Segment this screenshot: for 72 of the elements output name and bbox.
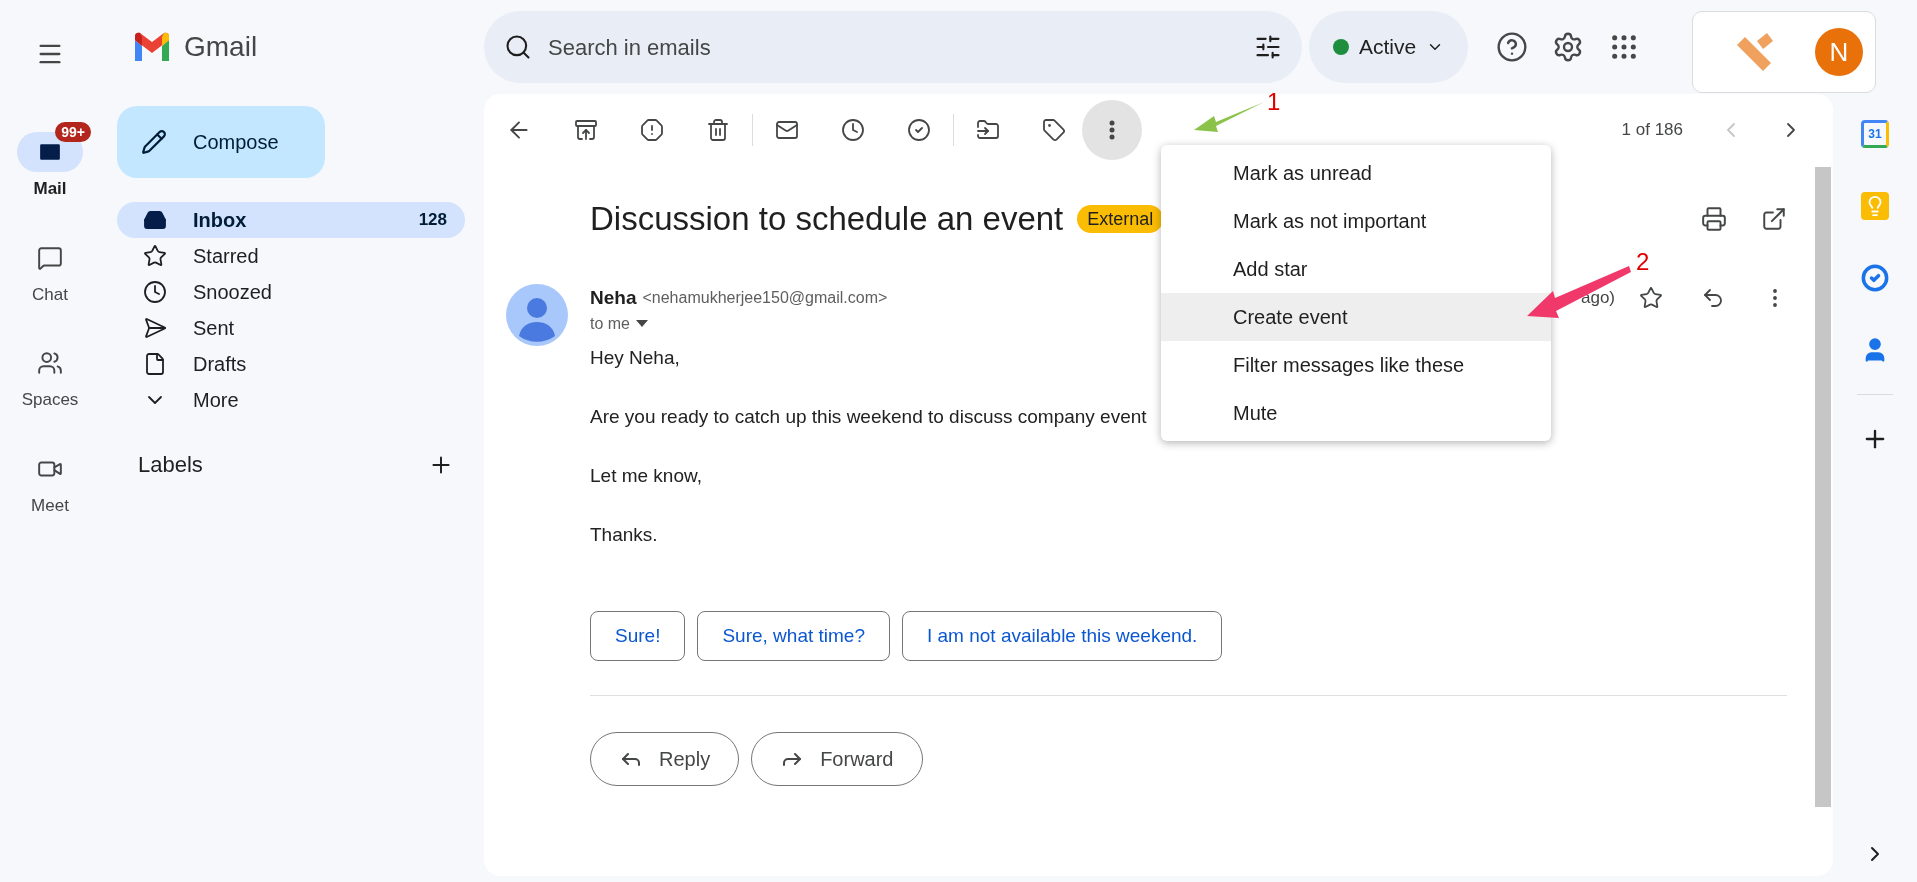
people-icon — [37, 350, 63, 376]
folder-item[interactable]: Inbox 128 — [117, 202, 465, 238]
clock-icon[interactable] — [841, 118, 865, 142]
file-icon — [143, 352, 167, 376]
gmail-logo-icon — [132, 31, 172, 63]
star-icon[interactable] — [1639, 285, 1663, 310]
trash-icon[interactable] — [706, 118, 730, 142]
status-button[interactable]: Active — [1309, 11, 1468, 83]
menu-item[interactable]: Mark as unread — [1161, 149, 1551, 197]
tasks-icon[interactable] — [1861, 264, 1889, 292]
rail-label: Mail — [33, 178, 67, 200]
calendar-icon[interactable]: 31 — [1861, 120, 1889, 148]
unread-badge: 99+ — [55, 122, 91, 142]
rail-item[interactable]: Meet — [2, 438, 98, 518]
rail-label: Spaces — [21, 389, 79, 411]
search-field[interactable]: Search in emails — [484, 11, 1302, 83]
smart-reply-chip[interactable]: Sure! — [590, 611, 686, 661]
clock-icon — [143, 280, 167, 304]
pencil-icon — [141, 129, 167, 155]
rail-label: Chat — [32, 283, 68, 306]
folder-item[interactable]: Sent — [117, 310, 465, 346]
settings-icon[interactable] — [1552, 31, 1584, 63]
add-task-icon[interactable] — [907, 118, 931, 142]
search-input[interactable]: Search in emails — [548, 30, 1238, 64]
annotation-number: 2 — [1636, 247, 1650, 277]
sender-email: <nehamukherjee150@gmail.com> — [642, 287, 888, 308]
envelope-icon[interactable] — [775, 118, 799, 142]
app-name: Gmail — [184, 30, 258, 64]
annotation-number: 1 — [1267, 87, 1281, 117]
rail-item[interactable]: 99+ Mail — [2, 122, 98, 202]
menu-item[interactable]: Mark as not important — [1161, 197, 1551, 245]
filter-icon[interactable] — [1254, 33, 1282, 61]
body-text: Are you ready to catch up this weekend to discuss company event — [590, 405, 1147, 429]
folder-item[interactable]: Drafts — [117, 346, 465, 382]
spam-icon[interactable] — [640, 118, 664, 142]
compose-button[interactable]: Compose — [117, 106, 325, 178]
smart-reply-chip[interactable]: I am not available this weekend. — [902, 611, 1223, 661]
pagination-text: 1 of 186 — [1621, 119, 1683, 142]
move-folder-icon[interactable] — [976, 118, 1000, 142]
more-vertical-icon — [1109, 120, 1115, 140]
archive-icon[interactable] — [574, 118, 598, 142]
sender-name: Neha — [590, 285, 637, 310]
send-icon — [143, 316, 167, 340]
time-text: ago) — [1580, 287, 1615, 309]
label-icon[interactable] — [1042, 118, 1066, 142]
smart-reply-chip[interactable]: Sure, what time? — [697, 611, 890, 661]
rail-label: Meet — [31, 494, 69, 517]
folder-item[interactable]: Starred — [117, 238, 465, 274]
avatar — [506, 283, 568, 346]
menu-item[interactable]: Filter messages like these — [1161, 341, 1551, 389]
search-icon — [504, 33, 532, 61]
folder-item[interactable]: More — [117, 382, 465, 418]
menu-item[interactable]: Add star — [1161, 245, 1551, 293]
menu-item[interactable]: Mute — [1161, 389, 1551, 437]
print-icon[interactable] — [1701, 205, 1727, 232]
body-text: Thanks. — [590, 523, 658, 547]
body-text: Hey Neha, — [590, 346, 680, 370]
help-icon[interactable] — [1496, 31, 1528, 63]
chat-icon — [37, 244, 63, 271]
folder-item[interactable]: Snoozed — [117, 274, 465, 310]
external-tag: External — [1077, 204, 1164, 233]
dropdown-triangle-icon — [636, 320, 648, 328]
rail-item[interactable]: Chat — [2, 227, 98, 307]
unread-count: 128 — [418, 209, 447, 232]
rail-item[interactable]: Spaces — [2, 333, 98, 413]
menu-item[interactable]: Create event — [1161, 293, 1551, 341]
recipient-dropdown[interactable]: to me — [590, 312, 648, 336]
section-heading: Labels — [138, 451, 203, 479]
star-icon — [143, 244, 167, 268]
body-text: Let me know, — [590, 464, 702, 488]
email-subject: Discussion to schedule an event — [590, 199, 1064, 239]
new-window-icon[interactable] — [1761, 205, 1787, 232]
